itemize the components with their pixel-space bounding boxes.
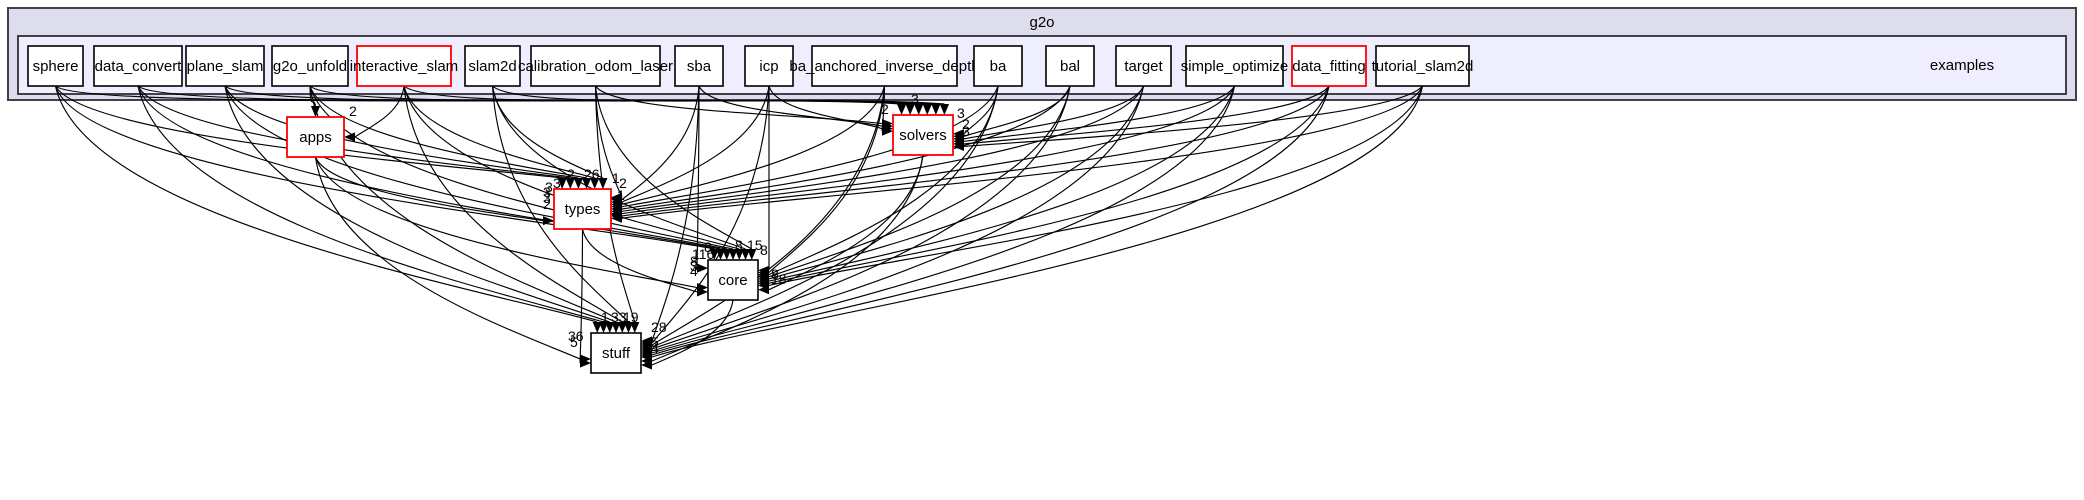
- graph-node-ba[interactable]: ba: [973, 45, 1023, 87]
- node-label-stuff: stuff: [602, 345, 631, 362]
- edge-weight-label: 2: [567, 166, 575, 182]
- node-label-core: core: [718, 272, 747, 289]
- node-label-simple_optimize: simple_optimize: [1181, 58, 1289, 75]
- graph-node-sba[interactable]: sba: [674, 45, 724, 87]
- edge-weight-label: 5: [570, 334, 578, 350]
- edge-weight-label: 1: [601, 309, 609, 325]
- graph-node-sphere[interactable]: sphere: [27, 45, 84, 87]
- graph-node-data_fitting[interactable]: data_fitting: [1291, 45, 1367, 87]
- edge-layer: [54, 85, 1424, 370]
- graph-canvas: g2o examples sphere data_convert plane_sla…: [0, 0, 2084, 500]
- node-label-data_convert: data_convert: [95, 58, 183, 75]
- edge-weight-label: 8: [760, 242, 768, 258]
- node-label-sphere: sphere: [33, 58, 79, 75]
- node-label-slam2d: slam2d: [468, 58, 516, 75]
- graph-node-types[interactable]: types: [553, 188, 612, 230]
- edge-arrowhead: [939, 104, 950, 115]
- edge-weight-label: 2: [543, 196, 551, 212]
- graph-node-data_convert[interactable]: data_convert: [93, 45, 183, 87]
- edge-weight-label: 4: [690, 263, 698, 279]
- graph-edge: [309, 85, 734, 250]
- edge-weight-label: 3: [911, 91, 919, 107]
- cluster-g2o-label: g2o: [1029, 14, 1054, 31]
- graph-node-bal[interactable]: bal: [1045, 45, 1095, 87]
- node-label-plane_slam: plane_slam: [187, 58, 264, 75]
- graph-node-apps[interactable]: apps: [286, 116, 345, 158]
- edge-weight-label: 4: [651, 340, 659, 356]
- edge-weight-label: 8: [735, 237, 743, 253]
- graph-node-g2o_unfold[interactable]: g2o_unfold: [271, 45, 349, 87]
- graph-node-solvers[interactable]: solvers: [892, 114, 954, 156]
- graph-edge: [621, 85, 700, 201]
- edge-weight-label: 3: [553, 175, 561, 191]
- graph-edge: [621, 85, 886, 205]
- edge-arrowhead: [697, 263, 708, 273]
- edge-weight-label: 28: [651, 319, 667, 335]
- cluster-examples-label: examples: [1930, 57, 1994, 74]
- graph-edge: [137, 85, 604, 323]
- edge-weight-label: 19: [623, 309, 639, 325]
- graph-node-ba_anchored_inverse_depth[interactable]: ba_anchored_inverse_depth: [789, 45, 980, 87]
- directory-dependency-graph: g2o examples sphere data_convert plane_sla…: [7, 7, 2077, 374]
- node-label-calibration_odom_laser: calibration_odom_laser: [518, 58, 673, 75]
- edge-arrowhead: [931, 104, 941, 115]
- node-label-icp: icp: [759, 58, 778, 75]
- graph-edge: [768, 85, 1424, 286]
- node-label-tutorial_slam2d: tutorial_slam2d: [1372, 58, 1474, 75]
- edge-arrowhead: [896, 104, 907, 115]
- edge-weight-label: 18: [771, 271, 787, 287]
- graph-node-plane_slam[interactable]: plane_slam: [185, 45, 265, 87]
- node-label-solvers: solvers: [899, 127, 947, 144]
- node-label-interactive_slam: interactive_slam: [350, 58, 458, 75]
- edge-weight-label: 1: [617, 201, 625, 217]
- node-label-g2o_unfold: g2o_unfold: [273, 58, 347, 75]
- edge-weight-label: 2: [349, 103, 357, 119]
- node-label-data_fitting: data_fitting: [1292, 58, 1365, 75]
- graph-node-slam2d[interactable]: slam2d: [464, 45, 521, 87]
- node-label-types: types: [565, 201, 601, 218]
- graph-edge: [137, 85, 721, 250]
- edge-weight-label: 2: [881, 101, 889, 117]
- node-label-sba: sba: [687, 58, 712, 75]
- edge-arrowhead: [310, 106, 321, 117]
- graph-node-target[interactable]: target: [1115, 45, 1172, 87]
- graph-node-simple_optimize[interactable]: simple_optimize: [1181, 45, 1289, 87]
- node-label-apps: apps: [299, 129, 332, 146]
- node-label-bal: bal: [1060, 58, 1080, 75]
- node-label-ba_anchored_inverse_depth: ba_anchored_inverse_depth: [789, 58, 979, 75]
- node-label-target: target: [1124, 58, 1163, 75]
- edge-weight-label: 8: [704, 239, 712, 255]
- graph-edge: [314, 156, 581, 360]
- edge-weight-label: 3: [883, 118, 891, 134]
- node-label-ba: ba: [990, 58, 1007, 75]
- graph-node-icp[interactable]: icp: [744, 45, 794, 87]
- graph-node-stuff[interactable]: stuff: [590, 332, 642, 374]
- graph-node-calibration_odom_laser[interactable]: calibration_odom_laser: [518, 45, 673, 87]
- edge-weight-label: 3: [962, 123, 970, 139]
- graph-node-core[interactable]: core: [707, 259, 759, 301]
- graph-node-interactive_slam[interactable]: interactive_slam: [350, 45, 458, 87]
- graph-node-tutorial_slam2d[interactable]: tutorial_slam2d: [1372, 45, 1474, 87]
- edge-weight-label: 26: [584, 166, 600, 182]
- edge-arrowhead: [922, 104, 932, 115]
